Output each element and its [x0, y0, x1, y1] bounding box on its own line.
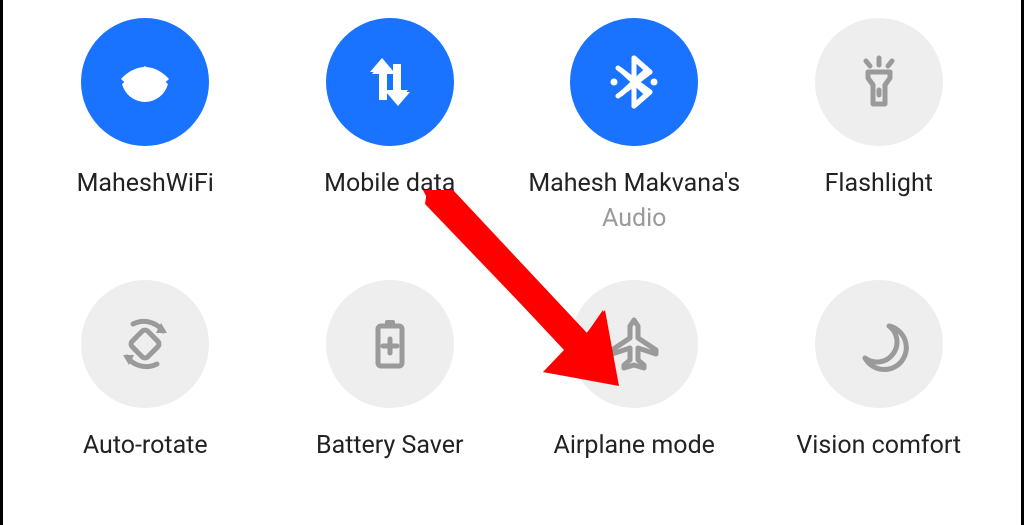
battery-saver-toggle[interactable] — [326, 280, 454, 408]
vision-comfort-icon — [849, 314, 909, 374]
flashlight-label: Flashlight — [825, 170, 933, 199]
bluetooth-label: Mahesh Makvana's — [528, 170, 740, 199]
bluetooth-sublabel: Audio — [602, 205, 666, 234]
mobile-data-icon — [360, 52, 420, 112]
airplane-mode-toggle[interactable] — [570, 280, 698, 408]
tile-auto-rotate[interactable]: Auto-rotate — [23, 270, 268, 522]
flashlight-icon — [849, 52, 909, 112]
vision-comfort-label: Vision comfort — [796, 432, 961, 461]
tile-battery-saver[interactable]: Battery Saver — [268, 270, 513, 522]
auto-rotate-icon — [114, 313, 176, 375]
wifi-label: MaheshWiFi — [77, 170, 214, 199]
flashlight-toggle[interactable] — [815, 18, 943, 146]
tile-bluetooth[interactable]: Mahesh Makvana's Audio — [512, 18, 757, 270]
auto-rotate-toggle[interactable] — [81, 280, 209, 408]
wifi-icon — [113, 50, 177, 114]
tile-airplane-mode[interactable]: Airplane mode — [512, 270, 757, 522]
airplane-mode-label: Airplane mode — [554, 432, 715, 461]
bluetooth-icon — [604, 52, 664, 112]
battery-saver-icon — [360, 314, 420, 374]
vision-comfort-toggle[interactable] — [815, 280, 943, 408]
airplane-icon — [604, 314, 664, 374]
tile-vision-comfort[interactable]: Vision comfort — [757, 270, 1002, 522]
tile-mobile-data[interactable]: Mobile data — [268, 18, 513, 270]
quick-settings-panel: { "tiles": { "wifi": {"label": "MaheshWi… — [0, 0, 1024, 525]
tile-wifi[interactable]: MaheshWiFi — [23, 18, 268, 270]
bluetooth-toggle[interactable] — [570, 18, 698, 146]
mobile-data-label: Mobile data — [324, 170, 455, 199]
wifi-toggle[interactable] — [81, 18, 209, 146]
mobile-data-toggle[interactable] — [326, 18, 454, 146]
auto-rotate-label: Auto-rotate — [83, 432, 208, 461]
tile-flashlight[interactable]: Flashlight — [757, 18, 1002, 270]
battery-saver-label: Battery Saver — [316, 432, 463, 461]
